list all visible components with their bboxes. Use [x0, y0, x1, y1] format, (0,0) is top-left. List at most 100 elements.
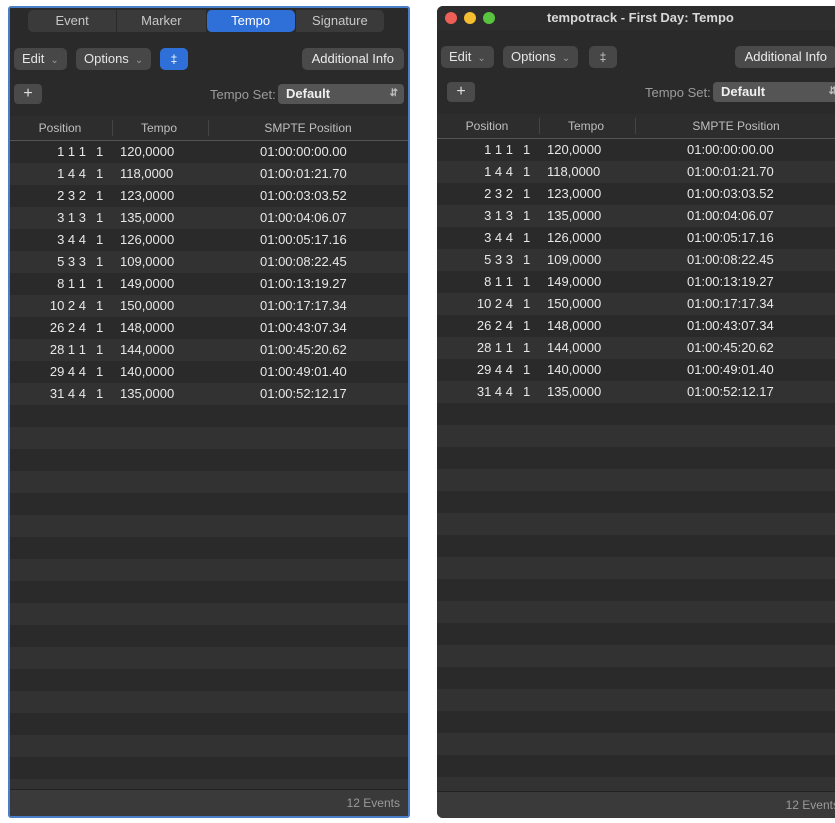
empty-row: [437, 601, 835, 623]
column-header-smpte[interactable]: SMPTE Position: [637, 119, 835, 133]
empty-row: [437, 711, 835, 733]
empty-row: [10, 515, 408, 537]
table-row[interactable]: 28 1 1 1 144,0000 01:00:45:20.62: [437, 337, 835, 359]
edit-menu-button[interactable]: Edit ⌄: [14, 48, 67, 70]
position-cell: 1 1 1: [57, 144, 86, 159]
table-row[interactable]: 5 3 3 1 109,0000 01:00:08:22.45: [437, 249, 835, 271]
column-divider: [539, 118, 540, 134]
add-tempo-event-button[interactable]: +: [447, 82, 475, 102]
smpte-cell: 01:00:00:00.00: [687, 142, 774, 157]
position-subdivision-cell: 1: [96, 320, 104, 335]
tempo-cell: 148,0000: [120, 320, 175, 335]
tempo-set-label: Tempo Set:: [645, 85, 711, 100]
table-row[interactable]: 3 1 3 1 135,0000 01:00:04:06.07: [437, 205, 835, 227]
empty-row: [437, 469, 835, 491]
table-row[interactable]: 8 1 1 1 149,0000 01:00:13:19.27: [437, 271, 835, 293]
additional-info-button[interactable]: Additional Info: [734, 46, 835, 68]
tempo-cell: 148,0000: [547, 318, 602, 333]
position-cell: 10 2 4: [49, 298, 86, 313]
table-row[interactable]: 26 2 4 1 148,0000 01:00:43:07.34: [437, 315, 835, 337]
table-row[interactable]: 8 1 1 1 149,0000 01:00:13:19.27: [10, 273, 408, 295]
empty-row: [10, 405, 408, 427]
empty-row: [437, 513, 835, 535]
tempo-cell: 149,0000: [547, 274, 602, 289]
table-row[interactable]: 2 3 2 1 123,0000 01:00:03:03.52: [10, 185, 408, 207]
empty-row: [10, 449, 408, 471]
minimize-window-button[interactable]: [464, 12, 476, 24]
table-row[interactable]: 1 1 1 1 120,0000 01:00:00:00.00: [10, 141, 408, 163]
column-header-position[interactable]: Position: [10, 121, 110, 135]
position-subdivision-cell: 1: [96, 188, 104, 203]
table-row[interactable]: 31 4 4 1 135,0000 01:00:52:12.17: [10, 383, 408, 405]
column-header-tempo[interactable]: Tempo: [114, 121, 204, 135]
tempo-cell: 149,0000: [120, 276, 175, 291]
position-subdivision-cell: 1: [523, 274, 531, 289]
edit-menu-button[interactable]: Edit ⌄: [441, 46, 494, 68]
options-menu-button[interactable]: Options ⌄: [503, 46, 579, 68]
table-row[interactable]: 10 2 4 1 150,0000 01:00:17:17.34: [437, 293, 835, 315]
smpte-cell: 01:00:52:12.17: [687, 384, 774, 399]
toolbar: Edit ⌄ Options ⌄ ‡ Additional Info: [441, 46, 835, 70]
smpte-cell: 01:00:43:07.34: [260, 320, 347, 335]
tempo-set-select[interactable]: Default ⇵: [713, 82, 835, 102]
table-row[interactable]: 3 4 4 1 126,0000 01:00:05:17.16: [437, 227, 835, 249]
table-row[interactable]: 10 2 4 1 150,0000 01:00:17:17.34: [10, 295, 408, 317]
add-tempo-event-button[interactable]: +: [14, 84, 42, 104]
column-divider: [208, 120, 209, 136]
tempo-cell: 140,0000: [120, 364, 175, 379]
position-subdivision-cell: 1: [96, 342, 104, 357]
tempo-cell: 150,0000: [120, 298, 175, 313]
window-title: tempotrack - First Day: Tempo: [547, 10, 734, 25]
tab-signature[interactable]: Signature: [294, 10, 384, 32]
updown-chevron-icon: ⇵: [828, 86, 835, 97]
close-window-button[interactable]: [445, 12, 457, 24]
smpte-cell: 01:00:05:17.16: [687, 230, 774, 245]
position-cell: 31 4 4: [476, 384, 513, 399]
tempo-cell: 135,0000: [547, 208, 602, 223]
zoom-window-button[interactable]: [483, 12, 495, 24]
table-row[interactable]: 26 2 4 1 148,0000 01:00:43:07.34: [10, 317, 408, 339]
empty-row: [10, 559, 408, 581]
tempo-set-select[interactable]: Default ⇵: [278, 84, 404, 104]
column-header-smpte[interactable]: SMPTE Position: [210, 121, 406, 135]
catch-playhead-button[interactable]: ‡: [160, 48, 188, 70]
position-subdivision-cell: 1: [523, 384, 531, 399]
smpte-cell: 01:00:08:22.45: [260, 254, 347, 269]
table-row[interactable]: 31 4 4 1 135,0000 01:00:52:12.17: [437, 381, 835, 403]
table-row[interactable]: 3 4 4 1 126,0000 01:00:05:17.16: [10, 229, 408, 251]
position-subdivision-cell: 1: [96, 254, 104, 269]
tempo-set-value: Default: [721, 84, 766, 99]
tempo-set-label: Tempo Set:: [210, 87, 276, 102]
tempo-list-panel-left: Event Marker Tempo Signature Edit ⌄ Optio…: [8, 6, 410, 818]
position-cell: 29 4 4: [476, 362, 513, 377]
table-row[interactable]: 1 4 4 1 118,0000 01:00:01:21.70: [10, 163, 408, 185]
options-menu-button[interactable]: Options ⌄: [76, 48, 152, 70]
position-subdivision-cell: 1: [96, 232, 104, 247]
table-row[interactable]: 2 3 2 1 123,0000 01:00:03:03.52: [437, 183, 835, 205]
tempo-cell: 126,0000: [120, 232, 175, 247]
table-row[interactable]: 5 3 3 1 109,0000 01:00:08:22.45: [10, 251, 408, 273]
column-header-tempo[interactable]: Tempo: [541, 119, 631, 133]
tab-event[interactable]: Event: [28, 10, 117, 32]
table-row[interactable]: 28 1 1 1 144,0000 01:00:45:20.62: [10, 339, 408, 361]
tab-marker[interactable]: Marker: [116, 10, 206, 32]
position-subdivision-cell: 1: [523, 340, 531, 355]
empty-row: [10, 757, 408, 779]
table-row[interactable]: 1 1 1 1 120,0000 01:00:00:00.00: [437, 139, 835, 161]
empty-row: [437, 755, 835, 777]
catch-playhead-button[interactable]: ‡: [589, 46, 617, 68]
title-bar: tempotrack - First Day: Tempo: [437, 6, 835, 30]
catch-playhead-icon: ‡: [170, 52, 178, 66]
position-subdivision-cell: 1: [96, 364, 104, 379]
table-row[interactable]: 3 1 3 1 135,0000 01:00:04:06.07: [10, 207, 408, 229]
position-cell: 1 1 1: [484, 142, 513, 157]
column-header-position[interactable]: Position: [437, 119, 537, 133]
tab-tempo[interactable]: Tempo: [205, 10, 295, 32]
smpte-cell: 01:00:00:00.00: [260, 144, 347, 159]
table-row[interactable]: 1 4 4 1 118,0000 01:00:01:21.70: [437, 161, 835, 183]
options-label: Options: [84, 51, 129, 66]
table-row[interactable]: 29 4 4 1 140,0000 01:00:49:01.40: [437, 359, 835, 381]
edit-label: Edit: [22, 51, 45, 66]
table-row[interactable]: 29 4 4 1 140,0000 01:00:49:01.40: [10, 361, 408, 383]
additional-info-button[interactable]: Additional Info: [301, 48, 404, 70]
